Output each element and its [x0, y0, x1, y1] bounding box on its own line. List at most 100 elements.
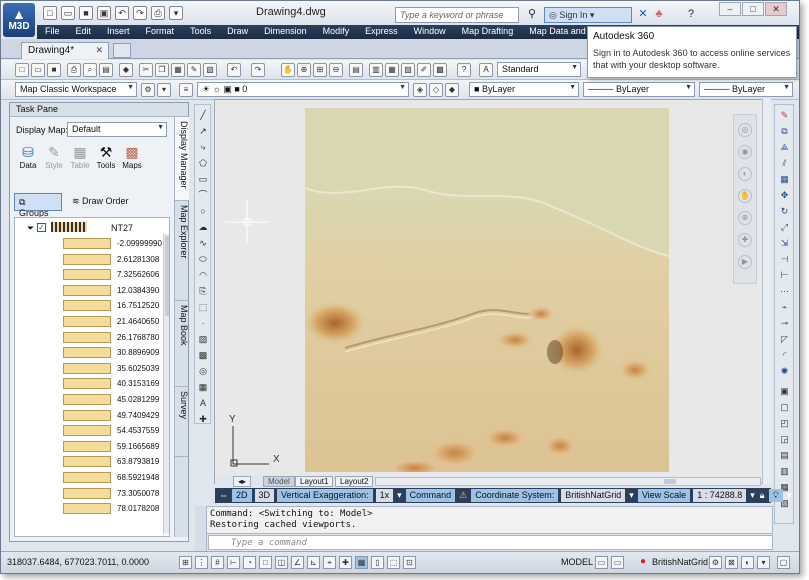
- vertical-exaggeration-select[interactable]: 1x: [375, 489, 394, 502]
- layer-list-scrollbar[interactable]: [163, 234, 169, 534]
- menu-file[interactable]: File: [37, 25, 68, 39]
- tab-model[interactable]: Model: [263, 476, 295, 487]
- save-icon[interactable]: ■: [79, 6, 93, 20]
- menu-dimension[interactable]: Dimension: [256, 25, 315, 39]
- tab-layout1[interactable]: Layout1: [295, 476, 334, 487]
- dynamic-input-icon[interactable]: ⌖: [323, 556, 336, 569]
- break-at-point-icon[interactable]: ⋯: [778, 285, 791, 298]
- object-snap-tracking-icon[interactable]: ∠: [291, 556, 304, 569]
- maximize-button[interactable]: □: [742, 2, 764, 16]
- lock-icon[interactable]: 🔒︎: [759, 489, 766, 502]
- workspace-select[interactable]: Map Classic Workspace ▼: [15, 82, 137, 97]
- lineweight-icon[interactable]: ✚: [339, 556, 352, 569]
- save-as-icon[interactable]: ▣: [97, 6, 111, 20]
- layer-states-icon[interactable]: ◆: [445, 83, 459, 97]
- sheet-set-icon[interactable]: ▨: [401, 63, 415, 77]
- close-window-button[interactable]: ✕: [765, 2, 787, 16]
- sign-in-button[interactable]: ◎ Sign In ▾: [544, 7, 632, 23]
- break-icon[interactable]: ⌁: [778, 301, 791, 314]
- menu-format[interactable]: Format: [138, 25, 183, 39]
- chevron-down-icon[interactable]: ▾: [786, 489, 793, 502]
- space-indicator[interactable]: MODEL: [561, 557, 593, 567]
- text-style-select[interactable]: Standard ▼: [497, 62, 581, 77]
- chevron-down-icon[interactable]: ▾: [749, 489, 756, 502]
- array-icon[interactable]: ▦: [778, 173, 791, 186]
- fillet-icon[interactable]: ◜: [778, 349, 791, 362]
- workspace-settings-icon[interactable]: ⚙: [141, 83, 155, 97]
- new-file-icon[interactable]: □: [43, 6, 57, 20]
- application-menu-button[interactable]: ▲ M3D: [3, 3, 35, 37]
- plot-icon[interactable]: ⎙: [151, 6, 165, 20]
- scrollbar-thumb[interactable]: [664, 479, 676, 484]
- undo-icon[interactable]: ↶: [115, 6, 129, 20]
- polyline-icon[interactable]: ⤷: [197, 141, 209, 153]
- groups-button[interactable]: ⧉ Groups: [14, 193, 62, 218]
- expand-icon[interactable]: ⇔: [218, 489, 229, 502]
- drawing-vertical-scrollbar[interactable]: [762, 99, 771, 484]
- annotation-monitor-icon[interactable]: ⊡: [403, 556, 416, 569]
- make-block-icon[interactable]: ⬚: [197, 301, 209, 313]
- circle-icon[interactable]: ○: [197, 205, 209, 217]
- drawing-horizontal-scrollbar[interactable]: [375, 477, 761, 486]
- tab-map-explorer[interactable]: Map Explorer: [175, 201, 189, 301]
- subscription-icon[interactable]: ♣: [651, 7, 667, 22]
- tab-display-manager[interactable]: Display Manager: [175, 117, 189, 201]
- offset-icon[interactable]: ⫽: [778, 157, 791, 170]
- rotate-icon[interactable]: ↻: [778, 205, 791, 218]
- selection-cycling-icon[interactable]: ⬚: [387, 556, 400, 569]
- redo-icon[interactable]: ↷: [251, 63, 265, 77]
- qat-dropdown-icon[interactable]: ▾: [169, 6, 183, 20]
- help-icon[interactable]: ?: [457, 63, 471, 77]
- explode-icon[interactable]: ✺: [778, 365, 791, 378]
- style-button[interactable]: ✎ Style: [44, 143, 64, 189]
- layer-select[interactable]: ☀ ☼ ▣ ■ 0 ▼: [197, 82, 409, 97]
- arc-icon[interactable]: ⌒: [197, 189, 209, 201]
- object-snap-icon[interactable]: □: [259, 556, 272, 569]
- tools-button[interactable]: ⚒ Tools: [96, 143, 116, 189]
- record-icon[interactable]: ▶: [738, 255, 752, 269]
- open-folder-icon[interactable]: ▭: [61, 6, 75, 20]
- view-3d-button[interactable]: 3D: [254, 489, 275, 502]
- hatch-icon[interactable]: ▨: [197, 333, 209, 345]
- redo-icon[interactable]: ↷: [133, 6, 147, 20]
- erase-icon[interactable]: ✎: [778, 109, 791, 122]
- draw-order-under-icon[interactable]: ◲: [778, 433, 791, 446]
- quick-view-layouts-icon[interactable]: ▭: [595, 556, 608, 569]
- isolate-objects-icon[interactable]: ◐: [741, 556, 754, 569]
- layout-nav-icons[interactable]: ◂▸: [233, 476, 252, 487]
- tab-survey[interactable]: Survey: [175, 387, 189, 457]
- open-icon[interactable]: ▭: [31, 63, 45, 77]
- close-tab-icon[interactable]: ✕: [95, 45, 103, 56]
- look-icon[interactable]: ✚: [738, 233, 752, 247]
- spline-icon[interactable]: ∿: [197, 237, 209, 249]
- add-selected-icon[interactable]: ✚: [197, 413, 209, 425]
- revcloud-icon[interactable]: ☁: [197, 221, 209, 233]
- line-icon[interactable]: ╱: [197, 109, 209, 121]
- menu-tools[interactable]: Tools: [182, 25, 219, 39]
- search-input[interactable]: Type a keyword or phrase: [395, 7, 519, 23]
- layer-visibility-checkbox[interactable]: ✓: [37, 223, 46, 232]
- status-menu-icon[interactable]: ▾: [757, 556, 770, 569]
- clean-screen-icon[interactable]: ▢: [777, 556, 790, 569]
- publish-icon[interactable]: ▤: [99, 63, 113, 77]
- trim-icon[interactable]: ⊣: [778, 253, 791, 266]
- quick-properties-icon[interactable]: ▯: [371, 556, 384, 569]
- toolbar-lock-icon[interactable]: ⊠: [725, 556, 738, 569]
- dynamic-ucs-icon[interactable]: ⊾: [307, 556, 320, 569]
- copy-icon[interactable]: ❐: [155, 63, 169, 77]
- rectangle-icon[interactable]: ▭: [197, 173, 209, 185]
- plot-preview-icon[interactable]: ⌕: [83, 63, 97, 77]
- drawing-canvas[interactable]: ◎ ◉ ◐ ✋ ⊕ ✚ ▶ Y X: [214, 99, 771, 484]
- layer-previous-icon[interactable]: ◇: [429, 83, 443, 97]
- tab-layout2[interactable]: Layout2: [335, 476, 374, 487]
- new-tab-button[interactable]: [113, 43, 131, 58]
- mirror-icon[interactable]: ⟁: [778, 141, 791, 154]
- polar-tracking-icon[interactable]: ◔: [243, 556, 256, 569]
- scrollbar-thumb[interactable]: [165, 236, 169, 316]
- extend-icon[interactable]: ⊢: [778, 269, 791, 282]
- save-icon[interactable]: ■: [47, 63, 61, 77]
- zoom-realtime-icon[interactable]: ⊕: [297, 63, 311, 77]
- pan-icon[interactable]: ✋: [738, 189, 752, 203]
- construction-line-icon[interactable]: ↗: [197, 125, 209, 137]
- menu-draw[interactable]: Draw: [219, 25, 256, 39]
